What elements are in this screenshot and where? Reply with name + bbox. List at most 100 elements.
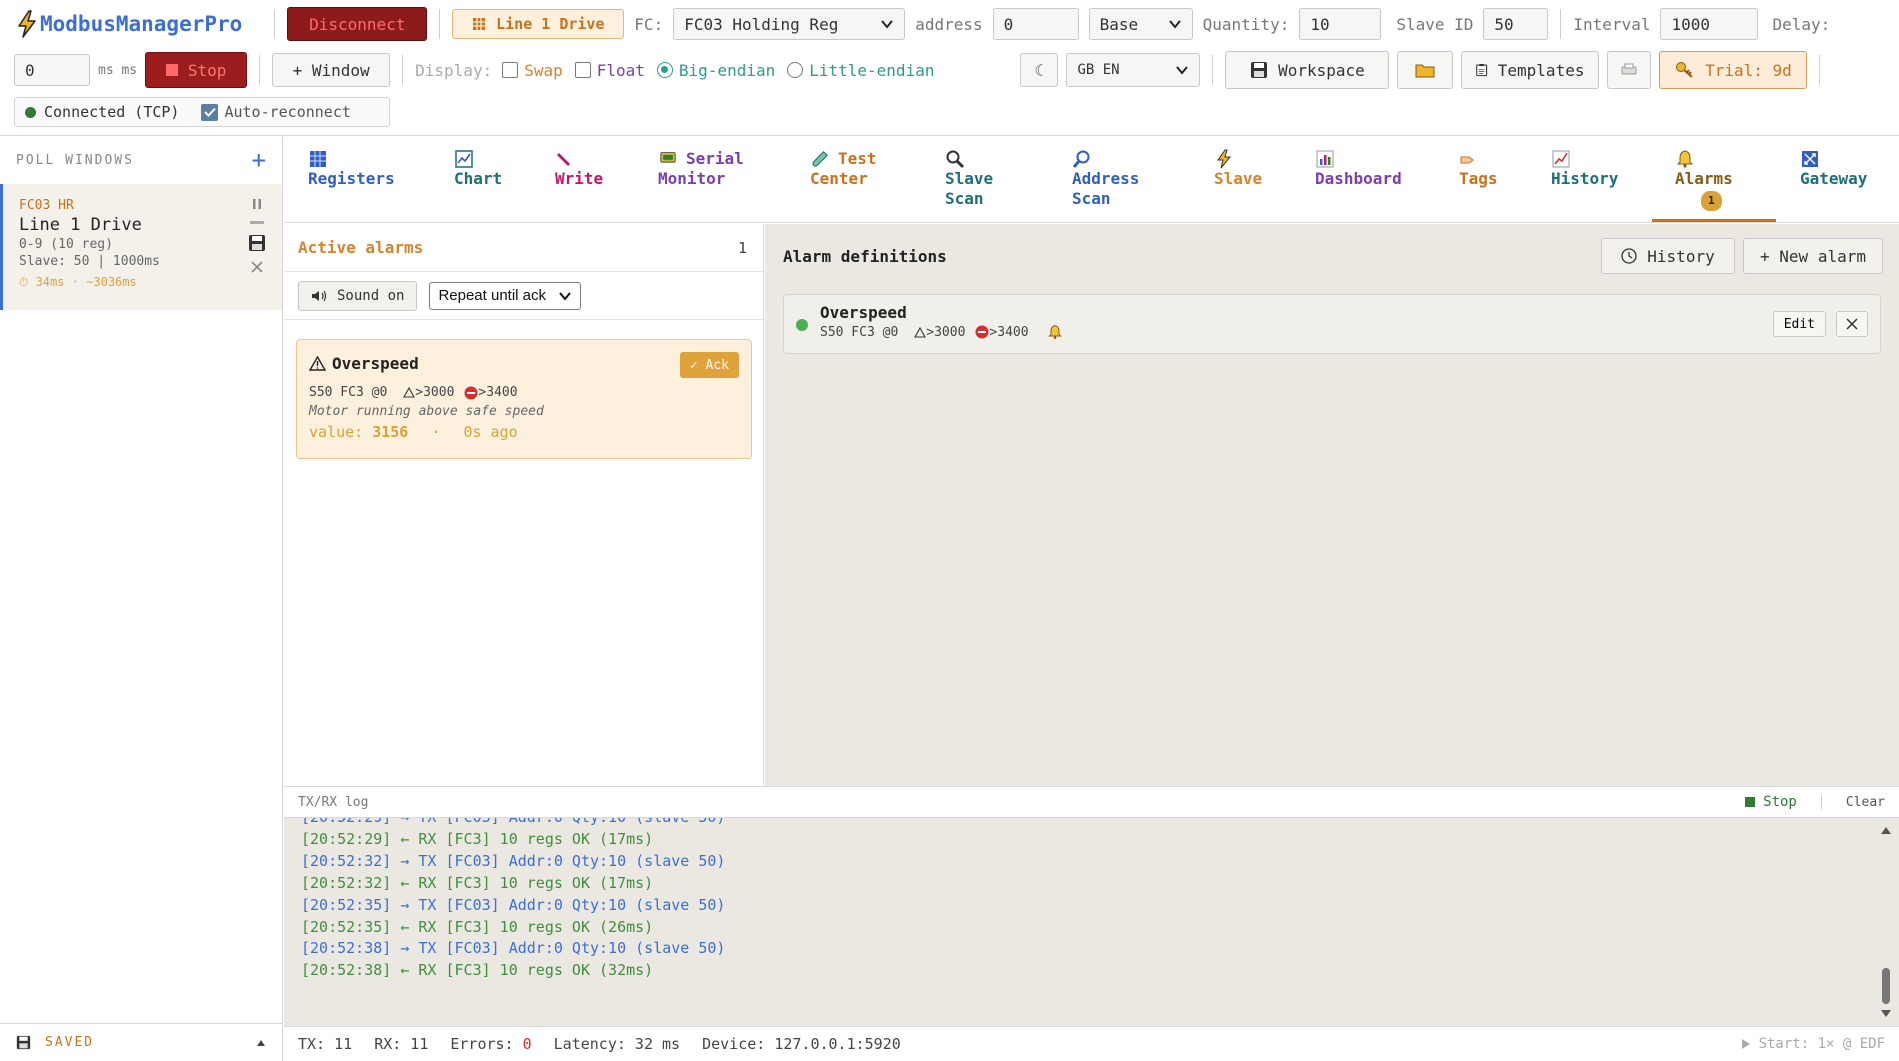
toolbar-row-1: Modbus ManagerPro Disconnect Line 1 Drive…: [0, 6, 1899, 42]
tab-alarms[interactable]: Alarms 1: [1675, 149, 1733, 211]
poll-window-tools: [248, 198, 266, 274]
interval-value: 1000: [1671, 14, 1710, 34]
connection-status-text: Connected (TCP): [44, 103, 180, 121]
chevron-up-icon[interactable]: [256, 1039, 266, 1047]
quantity-input[interactable]: 10: [1299, 8, 1382, 40]
log-line: [20:52:29] → TX [FC03] Addr:0 Qty:10 (sl…: [301, 818, 725, 826]
tab-label: Registers: [308, 169, 395, 188]
tag-icon: [1460, 156, 1474, 164]
stop-button[interactable]: Stop: [145, 52, 248, 88]
alarm-definitions-header: Alarm definitions History + New alarm: [765, 224, 1899, 288]
add-poll-window-button[interactable]: +: [252, 146, 266, 174]
disconnect-button[interactable]: Disconnect: [287, 7, 428, 41]
open-folder-button[interactable]: [1397, 51, 1454, 89]
active-tab-indicator: [1652, 219, 1776, 222]
no-entry-icon: [464, 386, 478, 399]
start-button[interactable]: Start: 1× @ EDF: [1741, 1036, 1885, 1052]
tab-chart[interactable]: Chart: [454, 149, 502, 189]
pause-icon[interactable]: [252, 198, 262, 210]
interval-input[interactable]: 1000: [1660, 8, 1759, 40]
stop-square-icon: [1745, 797, 1756, 807]
no-entry-icon: [975, 325, 989, 339]
speaker-icon: [312, 290, 327, 301]
alarm-history-button[interactable]: History: [1601, 238, 1735, 274]
log-line: [20:52:32] → TX [FC03] Addr:0 Qty:10 (sl…: [301, 852, 726, 870]
log-scrollbar[interactable]: [1879, 822, 1893, 1022]
start-label: Start: 1× @ EDF: [1758, 1036, 1885, 1052]
poll-window-timing: ⏱ 34ms · ~3036ms: [19, 275, 137, 289]
print-button[interactable]: [1607, 51, 1652, 89]
sound-toggle-button[interactable]: Sound on: [298, 280, 418, 311]
tab-history[interactable]: History: [1551, 149, 1618, 189]
trial-button[interactable]: Trial: 9d: [1659, 51, 1808, 89]
tab-address-scan[interactable]: Address Scan: [1072, 149, 1139, 209]
check-icon: [204, 107, 216, 117]
log-stop-button[interactable]: Stop: [1745, 794, 1797, 810]
workspace-button[interactable]: Workspace: [1225, 51, 1390, 89]
float-checkbox[interactable]: [574, 62, 591, 78]
new-alarm-button[interactable]: + New alarm: [1743, 238, 1883, 274]
clock-icon: [1621, 248, 1637, 264]
address-input[interactable]: 0: [992, 8, 1079, 40]
poll-window-item[interactable]: FC03 HR Line 1 Drive 0-9 (10 reg) Slave:…: [0, 184, 282, 310]
save-icon[interactable]: [248, 234, 266, 252]
big-endian-radio[interactable]: [656, 62, 673, 78]
close-icon[interactable]: [250, 260, 264, 274]
alarm-history-label: History: [1647, 246, 1715, 266]
close-icon: [1846, 318, 1858, 330]
grid-icon: [473, 18, 486, 30]
device-button[interactable]: Line 1 Drive: [452, 9, 625, 39]
little-endian-radio[interactable]: [787, 62, 804, 78]
delay-input[interactable]: 0: [14, 54, 90, 86]
key-icon: [1676, 62, 1693, 78]
language-select[interactable]: GB EN: [1066, 53, 1201, 87]
fc-value: FC03 Holding Reg: [684, 14, 839, 34]
tab-tags[interactable]: Tags: [1459, 149, 1498, 189]
tab-slave[interactable]: Slave: [1214, 149, 1262, 189]
alarm-definition-meta: S50 FC3 @0 >3000 >3400: [820, 324, 1866, 340]
log-line: [20:52:38] ← RX [FC3] 10 regs OK (32ms): [301, 961, 654, 979]
tab-test-center[interactable]: Test Center: [810, 149, 877, 189]
app-logo: Modbus ManagerPro: [14, 9, 242, 39]
theme-toggle-button[interactable]: ☾: [1020, 53, 1059, 87]
tab-label: Slave: [1214, 169, 1263, 188]
divider: [259, 55, 261, 85]
add-window-button[interactable]: + Window: [272, 53, 391, 87]
tab-registers[interactable]: Registers: [308, 149, 395, 189]
divider: [1820, 795, 1822, 809]
tab-slave-scan[interactable]: Slave Scan: [945, 149, 993, 209]
tab-label: Alarms: [1675, 169, 1733, 188]
slave-id-input[interactable]: 50: [1483, 8, 1549, 40]
tab-dashboard[interactable]: Dashboard: [1315, 149, 1402, 189]
quantity-value: 10: [1310, 14, 1330, 34]
big-endian-label: Big-endian: [678, 60, 776, 80]
txrx-log-title: TX/RX log: [298, 794, 369, 810]
stop-square-icon: [165, 64, 178, 76]
repeat-mode-select[interactable]: Repeat until ack: [429, 281, 582, 310]
separator-dot: ·: [431, 423, 441, 441]
tab-write[interactable]: Write: [555, 149, 603, 189]
base-select[interactable]: Base: [1088, 8, 1193, 40]
tab-label: Chart: [454, 169, 503, 188]
swap-checkbox[interactable]: [502, 62, 519, 78]
log-clear-button[interactable]: Clear: [1846, 795, 1885, 810]
warning-icon: [309, 356, 326, 371]
quantity-label: Quantity:: [1202, 14, 1290, 34]
ack-button[interactable]: ✓ Ack: [679, 352, 739, 378]
tab-label: Tags: [1459, 169, 1498, 188]
log-line: [20:52:32] ← RX [FC3] 10 regs OK (17ms): [301, 874, 654, 892]
tab-serial-monitor[interactable]: Serial Monitor: [658, 149, 744, 189]
clipboard-icon: [1476, 63, 1488, 77]
float-label: Float: [596, 60, 645, 80]
tab-gateway[interactable]: Gateway: [1800, 149, 1867, 189]
save-icon: [1251, 62, 1268, 78]
fc-select[interactable]: FC03 Holding Reg: [673, 8, 906, 40]
display-label: Display:: [415, 60, 493, 80]
minimize-icon[interactable]: [249, 218, 265, 226]
edit-alarm-button[interactable]: Edit: [1772, 311, 1826, 337]
templates-button[interactable]: Templates: [1461, 51, 1600, 89]
alarm-definition-source: S50 FC3 @0: [820, 324, 899, 340]
fc-label: FC:: [634, 14, 664, 34]
delete-alarm-button[interactable]: [1836, 311, 1868, 337]
auto-reconnect-checkbox[interactable]: [201, 103, 219, 121]
